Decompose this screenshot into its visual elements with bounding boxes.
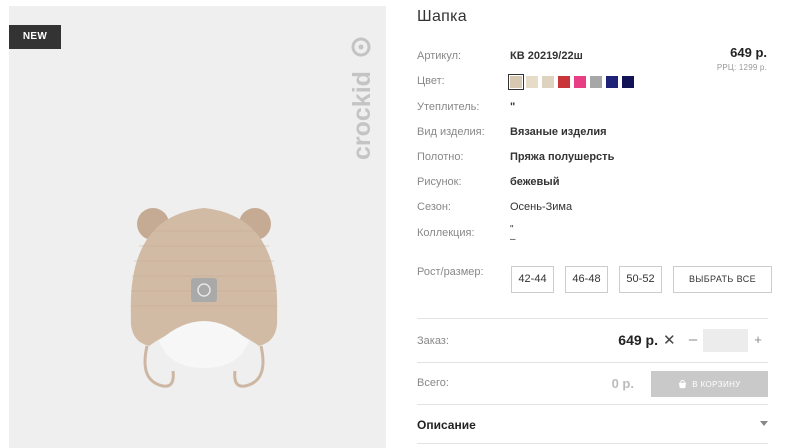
add-to-cart-button[interactable]: В КОРЗИНУ [651, 371, 768, 397]
color-swatch-7[interactable] [606, 76, 618, 88]
add-to-cart-label: В КОРЗИНУ [692, 379, 741, 389]
price-main: 649 р. [730, 45, 767, 60]
price-rrp: РРЦ: 1299 р. [716, 63, 767, 72]
divider-middle [417, 362, 768, 363]
fabric-value: Пряжа полушерсть [510, 151, 615, 163]
color-swatch-1[interactable] [508, 74, 524, 90]
quantity-increase-button[interactable]: + [751, 330, 765, 350]
size-button-50-52[interactable]: 50-52 [619, 266, 662, 293]
quantity-input[interactable] [703, 329, 748, 352]
pattern-label: Рисунок: [417, 176, 462, 188]
fabric-label: Полотно: [417, 151, 464, 163]
insulation-value: " [510, 101, 516, 113]
brand-logo-text: crockid [348, 71, 376, 160]
article-label: Артикул: [417, 50, 462, 62]
collection-label: Коллекция: [417, 227, 475, 239]
brand-logo: crockid [348, 37, 376, 160]
type-value: Вязаные изделия [510, 126, 607, 138]
chevron-down-icon[interactable] [760, 421, 768, 426]
new-badge: NEW [9, 25, 61, 49]
times-icon: ✕ [663, 332, 676, 349]
type-label: Вид изделия: [417, 126, 485, 138]
product-title: Шапка [417, 8, 467, 25]
cart-icon [679, 379, 687, 388]
order-label: Заказ: [417, 335, 449, 347]
color-swatch-8[interactable] [622, 76, 634, 88]
total-label: Всего: [417, 377, 449, 389]
article-value: КВ 20219/22ш [510, 50, 583, 62]
description-toggle[interactable]: Описание [417, 418, 476, 432]
size-button-42-44[interactable]: 42-44 [511, 266, 554, 293]
divider-description [417, 443, 768, 444]
color-swatch-4[interactable] [558, 76, 570, 88]
divider-top [417, 318, 768, 319]
color-swatch-5[interactable] [574, 76, 586, 88]
collection-value-line2: – [510, 234, 516, 245]
select-all-button[interactable]: ВЫБРАТЬ ВСЕ [673, 266, 772, 293]
color-swatch-2[interactable] [526, 76, 538, 88]
color-swatch-6[interactable] [590, 76, 602, 88]
season-value: Осень-Зима [510, 201, 573, 213]
season-label: Сезон: [417, 201, 451, 213]
size-button-46-48[interactable]: 46-48 [565, 266, 608, 293]
product-photo-hat [130, 208, 278, 388]
size-label: Рост/размер: [417, 266, 484, 278]
total-value: 0 р. [611, 376, 634, 391]
color-label: Цвет: [417, 75, 445, 87]
insulation-label: Утеплитель: [417, 101, 480, 113]
pattern-value: бежевый [510, 176, 560, 188]
order-price: 649 р. [618, 332, 658, 348]
color-swatches [508, 74, 634, 90]
quantity-decrease-button[interactable]: – [686, 330, 700, 350]
product-image-panel: NEW crockid [9, 6, 386, 448]
size-options: 42-44 46-48 50-52 ВЫБРАТЬ ВСЕ [511, 266, 772, 293]
color-swatch-3[interactable] [542, 76, 554, 88]
divider-bottom [417, 404, 768, 405]
